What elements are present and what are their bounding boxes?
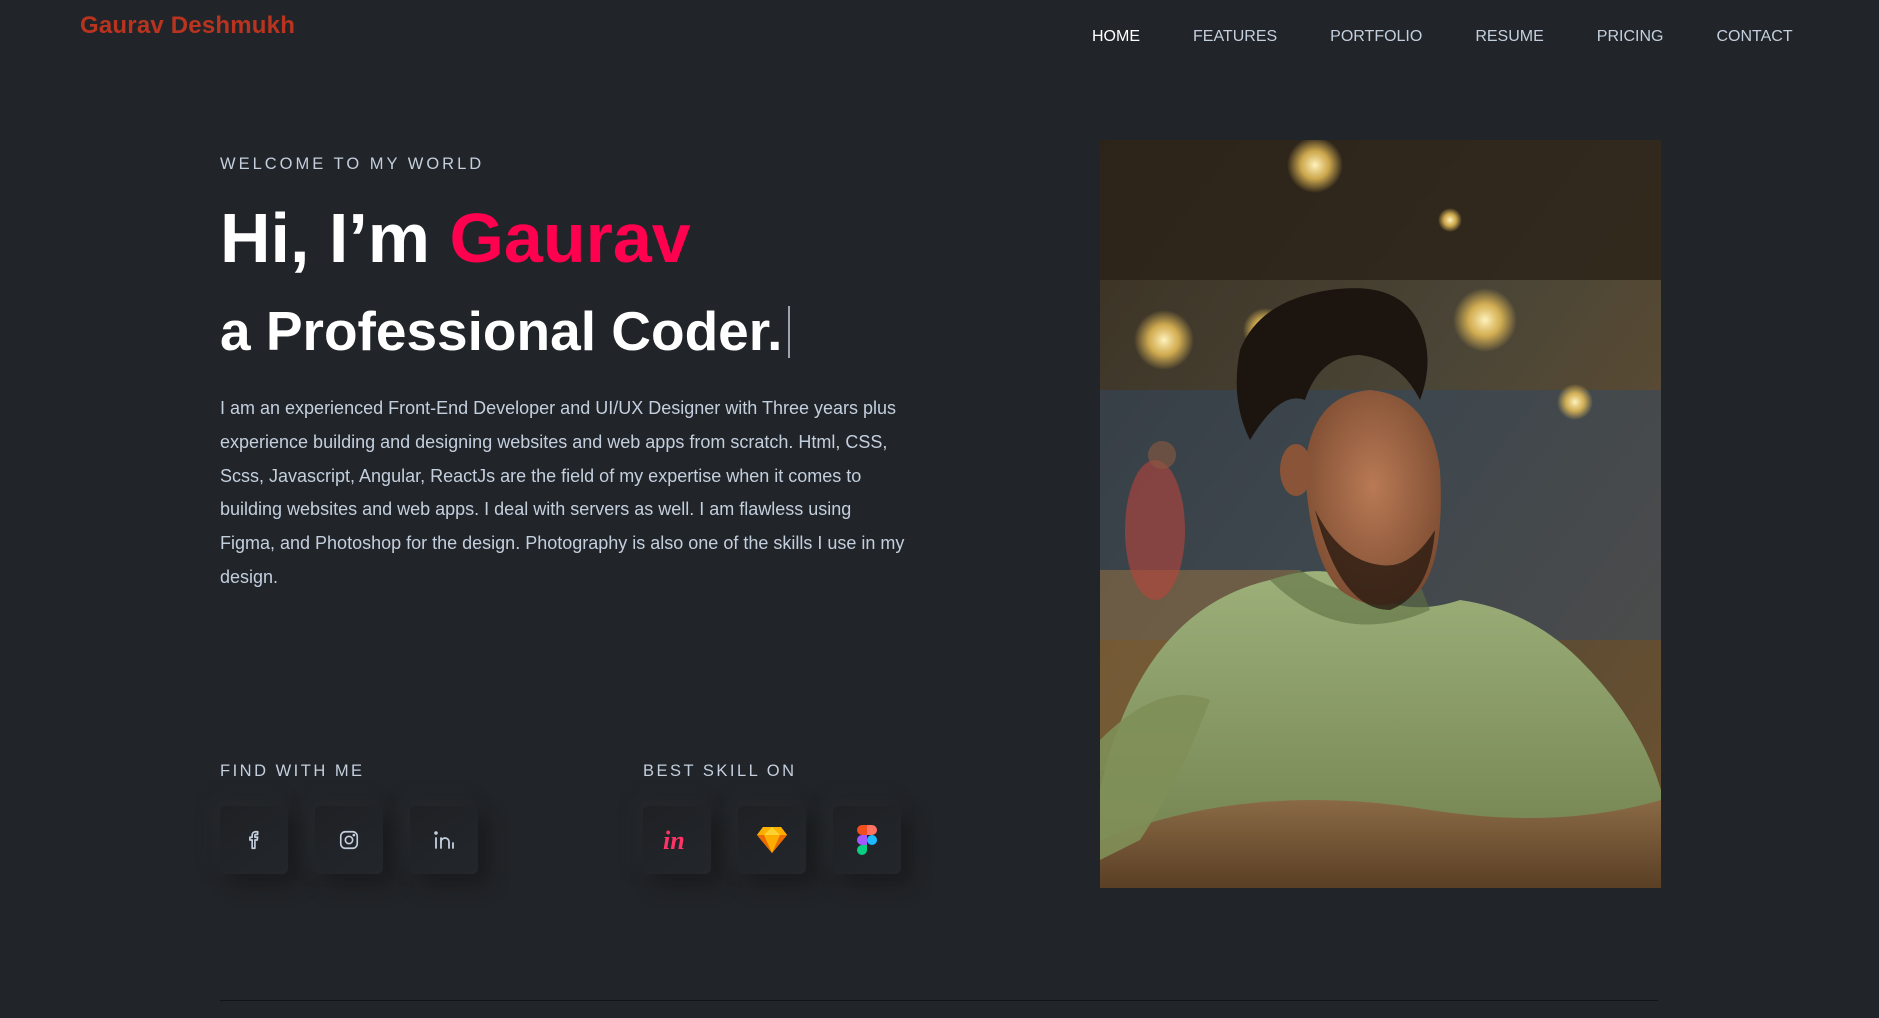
instagram-link[interactable] xyxy=(315,806,383,874)
hero-name: Gaurav xyxy=(449,199,691,277)
typing-caret xyxy=(788,306,791,358)
main-nav: HOME FEATURES PORTFOLIO RESUME PRICING C… xyxy=(1092,28,1793,46)
nav-home[interactable]: HOME xyxy=(1092,28,1140,46)
profile-photo xyxy=(1100,140,1661,888)
brand-logo[interactable]: Gaurav Deshmukh xyxy=(80,12,295,40)
hero-role: a Professional Coder. xyxy=(220,300,791,363)
instagram-icon xyxy=(339,830,359,850)
skill-tools: in xyxy=(643,806,901,874)
hero-role-text: a Professional Coder. xyxy=(220,300,783,362)
hero-eyebrow: WELCOME TO MY WORLD xyxy=(220,155,485,173)
invision-link[interactable]: in xyxy=(643,806,711,874)
nav-resume[interactable]: RESUME xyxy=(1475,28,1543,46)
sketch-icon xyxy=(757,827,787,853)
sketch-link[interactable] xyxy=(738,806,806,874)
figma-icon xyxy=(857,825,877,855)
nav-features[interactable]: FEATURES xyxy=(1193,28,1277,46)
social-links xyxy=(220,806,478,874)
find-with-me-label: FIND WITH ME xyxy=(220,762,365,780)
hero-bio: I am an experienced Front-End Developer … xyxy=(220,398,905,587)
figma-link[interactable] xyxy=(833,806,901,874)
hero-greeting: Hi, I’m Gaurav xyxy=(220,198,691,279)
facebook-icon xyxy=(249,830,259,850)
linkedin-icon xyxy=(434,831,454,849)
facebook-link[interactable] xyxy=(220,806,288,874)
nav-portfolio[interactable]: PORTFOLIO xyxy=(1330,28,1422,46)
section-divider xyxy=(220,1000,1658,1001)
best-skill-on-label: BEST SKILL ON xyxy=(643,762,797,780)
svg-text:in: in xyxy=(663,826,685,855)
nav-pricing[interactable]: PRICING xyxy=(1597,28,1664,46)
nav-contact[interactable]: CONTACT xyxy=(1716,28,1792,46)
hero-greeting-text: Hi, I’m xyxy=(220,199,450,277)
invision-icon: in xyxy=(663,826,685,855)
linkedin-link[interactable] xyxy=(410,806,478,874)
